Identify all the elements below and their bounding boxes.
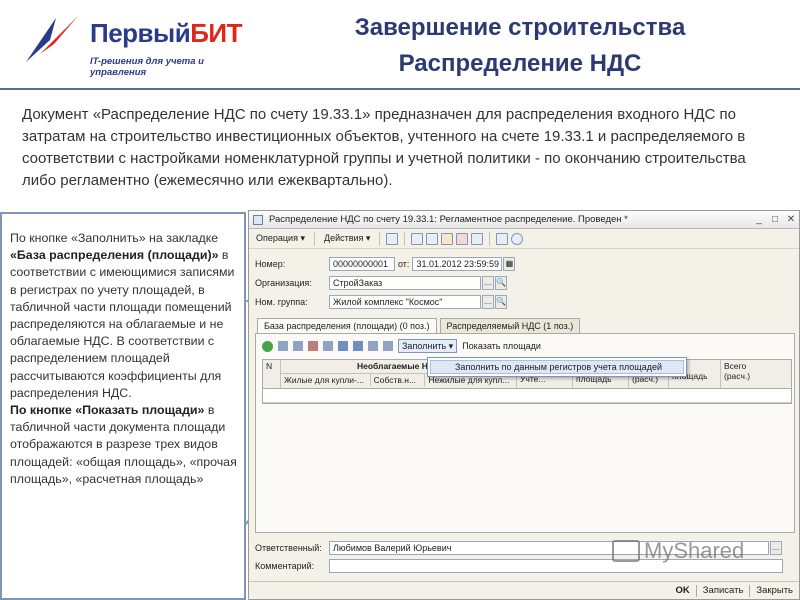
maximize-icon[interactable]: □ (767, 214, 783, 225)
tab-bar: База распределения (площади) (0 поз.) Ра… (257, 318, 583, 333)
tab-distributed-vat[interactable]: Распределяемый НДС (1 поз.) (439, 318, 581, 333)
fill-button[interactable]: Заполнить ▾ (398, 339, 458, 353)
nomgroup-row: Ном. группа: Жилой комплекс "Космос" ...… (255, 295, 507, 309)
fill-from-registers-item[interactable]: Заполнить по данным регистров учета площ… (430, 360, 684, 374)
footer-separator (695, 584, 697, 597)
actions-menu[interactable]: Действия ▾ (321, 233, 373, 244)
nomgroup-label: Ном. группа: (255, 297, 308, 307)
col-total: Всего (расч.) (724, 361, 751, 381)
open-search-icon[interactable]: 🔍 (495, 276, 507, 290)
intro-paragraph: Документ «Распределение НДС по счету 19.… (22, 106, 746, 189)
date-field[interactable]: 31.01.2012 23:59:59 (412, 257, 503, 271)
toolbar-separator (313, 231, 315, 246)
end-edit-icon[interactable] (323, 341, 333, 351)
slide-title: Завершение строительства Распределение Н… (354, 14, 686, 77)
watermark-chart-icon (612, 540, 640, 562)
col-number: N (263, 360, 281, 388)
operation-menu[interactable]: Операция ▾ (253, 233, 308, 244)
window-titlebar: Распределение НДС по счету 19.33.1: Регл… (249, 211, 799, 229)
number-field[interactable]: 00000000001 (329, 257, 395, 271)
logo-swoosh-icon (26, 16, 78, 62)
select-ellipsis-icon[interactable]: ... (482, 276, 494, 290)
document-icon (253, 214, 263, 225)
explanation-box: По кнопке «Заполнить» на закладке «База … (0, 212, 246, 600)
list-icon[interactable] (496, 232, 509, 245)
toolbar-separator (489, 231, 491, 246)
sort-desc-icon[interactable] (383, 341, 393, 351)
ledger-icon[interactable] (411, 232, 424, 245)
structure-icon[interactable] (426, 232, 439, 245)
ok-button[interactable]: OK (676, 585, 690, 596)
window-toolbar: Операция ▾ Действия ▾ (249, 229, 799, 249)
logo-brand: ПервыйБИТ (90, 18, 242, 48)
footer-separator (749, 584, 751, 597)
tab-distribution-base[interactable]: База распределения (площади) (0 поз.) (257, 318, 437, 333)
calendar-icon[interactable]: ▦ (503, 257, 516, 271)
toolbar-separator (404, 231, 406, 246)
col-own: Собств.н... (371, 374, 426, 386)
show-areas-button[interactable]: Показать площади (462, 341, 541, 351)
number-label: Номер: (255, 259, 286, 269)
close-icon[interactable]: ✕ (783, 214, 799, 225)
help-icon[interactable] (511, 232, 524, 245)
minimize-icon[interactable]: _ (751, 214, 767, 225)
select-ellipsis-icon[interactable]: ... (482, 295, 494, 309)
organization-row: Организация: СтройЗаказ ... 🔍 (255, 276, 507, 290)
sort-asc-icon[interactable] (368, 341, 378, 351)
select-ellipsis-icon[interactable]: ... (770, 541, 782, 555)
nomgroup-field[interactable]: Жилой комплекс "Космос" (329, 295, 481, 309)
watermark-text: MyShared (644, 538, 745, 563)
move-down-icon[interactable] (353, 341, 363, 351)
organization-label: Организация: (255, 278, 312, 288)
move-up-icon[interactable] (338, 341, 348, 351)
window-footer: OK Записать Закрыть (249, 581, 799, 599)
flag-icon[interactable] (456, 232, 469, 245)
organization-field[interactable]: СтройЗаказ (329, 276, 481, 290)
save-button[interactable]: Записать (703, 585, 744, 596)
table-row[interactable] (263, 389, 791, 403)
responsible-label: Ответственный: (255, 543, 322, 553)
create-based-icon[interactable] (441, 232, 454, 245)
col-living: Жилые для купли-... (281, 374, 371, 386)
logo: ПервыйБИТ IT-решения для учета и управле… (20, 10, 250, 78)
edit-row-icon[interactable] (293, 341, 303, 351)
logo-tagline: IT-решения для учета и управления (90, 56, 204, 78)
close-button[interactable]: Закрыть (756, 585, 793, 596)
date-label: от: (398, 259, 410, 269)
open-search-icon[interactable]: 🔍 (495, 295, 507, 309)
post-icon[interactable] (386, 232, 399, 245)
fill-dropdown-menu: Заполнить по данным регистров учета площ… (427, 357, 687, 377)
comment-label: Комментарий: (255, 561, 315, 571)
number-row: Номер: 00000000001 от: 31.01.2012 23:59:… (255, 257, 516, 271)
add-row-icon[interactable] (262, 340, 273, 352)
delete-row-icon[interactable] (308, 341, 318, 351)
toolbar-separator (379, 231, 381, 246)
watermark: MyShared (612, 538, 744, 564)
print-icon[interactable] (471, 232, 484, 245)
header-divider (0, 88, 800, 90)
window-title: Распределение НДС по счету 19.33.1: Регл… (269, 214, 628, 225)
panel-toolbar: Заполнить ▾ Показать площади (262, 339, 541, 353)
copy-row-icon[interactable] (278, 341, 288, 351)
